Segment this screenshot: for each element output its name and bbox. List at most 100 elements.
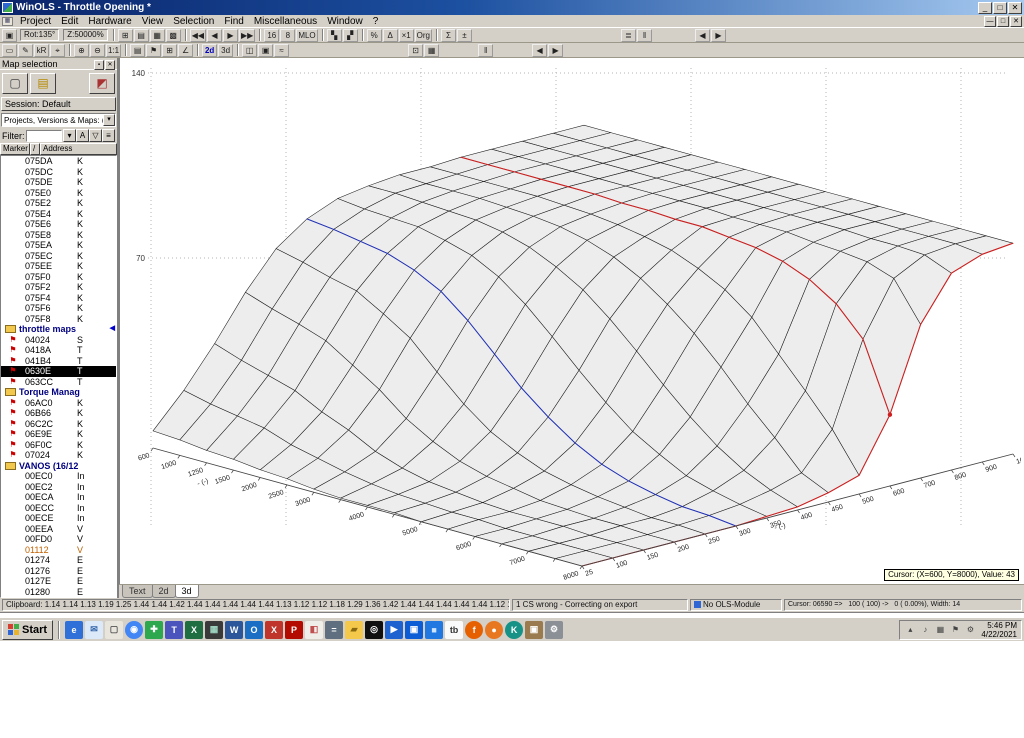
menu-item-project[interactable]: Project — [15, 16, 56, 27]
map-row-01274[interactable]: 01274 E — [1, 555, 116, 566]
rotation-field[interactable]: Rot:135° — [20, 29, 60, 41]
panel-close-button[interactable]: ✕ — [105, 59, 115, 70]
map-folder-torque-manag[interactable]: Torque Manag — [1, 387, 116, 398]
rocket-icon[interactable]: ● — [485, 620, 504, 639]
tray-show-hidden-icon[interactable]: ▴ — [904, 624, 916, 636]
menu-item-view[interactable]: View — [137, 16, 169, 27]
column-address[interactable]: Address — [40, 143, 117, 155]
mdi-restore-button[interactable]: □ — [997, 16, 1009, 27]
byte-8bit-icon[interactable]: 8 — [280, 28, 296, 42]
tray-settings-icon[interactable]: ⚙ — [964, 624, 976, 636]
minimize-button[interactable]: _ — [978, 1, 992, 14]
map-row-06AC0[interactable]: ⚑ 06AC0 K — [1, 398, 116, 409]
map-row-06F0C[interactable]: ⚑ 06F0C K — [1, 440, 116, 451]
map-folder-vanos-16-12[interactable]: VANOS (16/12 — [1, 461, 116, 472]
outlook-icon[interactable]: O — [245, 620, 264, 639]
map-row-075E2[interactable]: 075E2 K — [1, 198, 116, 209]
sign-icon[interactable]: ± — [457, 28, 472, 42]
hexdump-view-icon[interactable]: ⊞ — [117, 28, 133, 42]
open-map-icon[interactable]: ▤ — [30, 72, 56, 94]
map-row-00FD0[interactable]: 00FD0 V — [1, 534, 116, 545]
map-row-075DC[interactable]: 075DC K — [1, 167, 116, 178]
map-row-00ECE[interactable]: 00ECE In — [1, 513, 116, 524]
next-icon[interactable]: ▶ — [223, 28, 238, 42]
original-icon[interactable]: Org — [414, 28, 432, 42]
mlo-icon[interactable]: MLO — [296, 28, 318, 42]
checker-low-icon[interactable]: ▚ — [326, 28, 342, 42]
menu-item-edit[interactable]: Edit — [56, 16, 83, 27]
obs-icon[interactable]: ◎ — [365, 620, 384, 639]
map-row-01112[interactable]: 01112 V — [1, 545, 116, 556]
scroll-right-icon[interactable]: ▶ — [548, 43, 564, 57]
map-row-01280[interactable]: 01280 E — [1, 587, 116, 598]
map-row-075F0[interactable]: 075F0 K — [1, 272, 116, 283]
text-view-icon[interactable]: ▤ — [133, 28, 149, 42]
teams-icon[interactable]: T — [165, 620, 184, 639]
window-split-icon[interactable]: ‖ — [637, 28, 652, 42]
surface-plot[interactable]: 140 70 600 1000 1250 1500 2000 2500 3000 4000 5000… — [120, 58, 1021, 584]
folder-icon[interactable]: ▰ — [345, 620, 364, 639]
map-row-00EC0[interactable]: 00EC0 In — [1, 471, 116, 482]
mdi-close-button[interactable]: ✕ — [1010, 16, 1022, 27]
view-3d-icon[interactable]: ▩ — [165, 28, 181, 42]
gitkraken-icon[interactable]: K — [505, 620, 524, 639]
sum-icon[interactable]: Σ — [441, 28, 456, 42]
map-window-icon[interactable]: ▣ — [2, 28, 17, 42]
smooth-icon[interactable]: ≈ — [274, 43, 290, 57]
filter-az-button[interactable]: A — [76, 129, 89, 142]
panel-pin-button[interactable]: ▪ — [94, 59, 104, 70]
tray-volume-icon[interactable]: ♪ — [919, 624, 931, 636]
excel-legacy-icon[interactable]: X — [265, 620, 284, 639]
window-columns-icon[interactable]: ≣ — [621, 28, 636, 42]
kr-icon[interactable]: kR — [34, 43, 49, 57]
bookmark-icon[interactable]: ⚑ — [146, 43, 162, 57]
mode-2d-icon[interactable]: 2d — [202, 43, 218, 57]
store-icon[interactable]: ■ — [425, 620, 444, 639]
start-button[interactable]: Start — [2, 619, 54, 640]
calculator-icon[interactable]: = — [325, 620, 344, 639]
map-row-04024[interactable]: ⚑ 04024 S — [1, 335, 116, 346]
zoom-in-icon[interactable]: ⊕ — [74, 43, 89, 57]
map-row-075EA[interactable]: 075EA K — [1, 240, 116, 251]
divider-icon[interactable]: ‖ — [478, 43, 494, 57]
box-icon[interactable]: ▣ — [525, 620, 544, 639]
wrench-icon[interactable]: ⚙ — [545, 620, 564, 639]
media-player-icon[interactable]: ▶ — [385, 620, 404, 639]
map-row-00EEA[interactable]: 00EEA V — [1, 524, 116, 535]
map-row-075E4[interactable]: 075E4 K — [1, 209, 116, 220]
map-row-075E6[interactable]: 075E6 K — [1, 219, 116, 230]
maximize-button[interactable]: □ — [993, 1, 1007, 14]
menu-item-help[interactable]: ? — [368, 16, 384, 27]
photos-icon[interactable]: ▣ — [405, 620, 424, 639]
map-row-075F4[interactable]: 075F4 K — [1, 293, 116, 304]
show-desktop-icon[interactable]: ▢ — [105, 620, 124, 639]
map-row-00ECC[interactable]: 00ECC In — [1, 503, 116, 514]
map-row-041B4[interactable]: ⚑ 041B4 T — [1, 356, 116, 367]
menu-item-selection[interactable]: Selection — [168, 16, 219, 27]
map-row-06B66[interactable]: ⚑ 06B66 K — [1, 408, 116, 419]
map-row-07024[interactable]: ⚑ 07024 K — [1, 450, 116, 461]
filter-list-button[interactable]: ▾ — [63, 129, 76, 142]
mode-3d-icon[interactable]: 3d — [218, 43, 234, 57]
next-map-icon[interactable]: ▶▶ — [239, 28, 256, 42]
word-icon[interactable]: W — [225, 620, 244, 639]
tab-2d[interactable]: 2d — [151, 585, 176, 598]
prev-map-icon[interactable]: ◀◀ — [189, 28, 206, 42]
excel-icon[interactable]: X — [185, 620, 204, 639]
map-row-063CC[interactable]: ⚑ 063CC T — [1, 377, 116, 388]
checker-high-icon[interactable]: ▞ — [342, 28, 358, 42]
mail-icon[interactable]: ✉ — [85, 620, 104, 639]
tb-icon[interactable]: tb — [445, 620, 464, 639]
word-16bit-icon[interactable]: 16 — [264, 28, 280, 42]
delta-icon[interactable]: Δ — [382, 28, 398, 42]
select-icon[interactable]: ▭ — [2, 43, 17, 57]
factor-icon[interactable]: ×1 — [398, 28, 414, 42]
filter-funnel-button[interactable]: ▽ — [89, 129, 102, 142]
pane-prev-icon[interactable]: ◀ — [695, 28, 710, 42]
maps-icon[interactable]: ▤ — [130, 43, 146, 57]
menu-item-find[interactable]: Find — [219, 16, 248, 27]
filter-options-button[interactable]: ≡ — [102, 129, 115, 142]
menu-item-hardware[interactable]: Hardware — [83, 16, 136, 27]
axes-icon[interactable]: ∠ — [178, 43, 194, 57]
map-row-06E9E[interactable]: ⚑ 06E9E K — [1, 429, 116, 440]
